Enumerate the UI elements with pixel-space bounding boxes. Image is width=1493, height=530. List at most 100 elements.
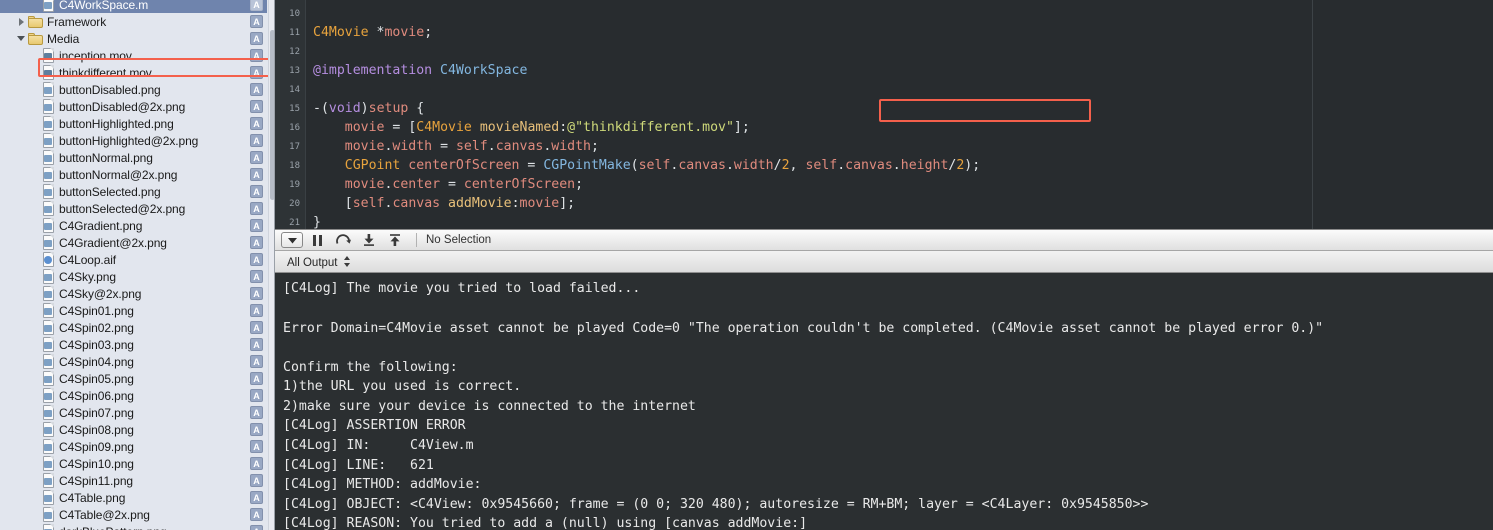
project-navigator[interactable]: C4WorkSpace.m A Framework A Media Ainception.… bbox=[0, 0, 275, 530]
code-line[interactable] bbox=[306, 4, 1493, 23]
source-control-status-badge: A bbox=[250, 304, 263, 317]
navigator-item-label: C4WorkSpace.m bbox=[59, 0, 149, 12]
source-control-status-badge: A bbox=[250, 508, 263, 521]
navigator-item[interactable]: C4Loop.aif A bbox=[0, 251, 267, 268]
navigator-item[interactable]: thinkdifferent.mov A bbox=[0, 64, 267, 81]
navigator-item-label: C4Spin08.png bbox=[59, 422, 134, 437]
step-over-button[interactable] bbox=[331, 232, 355, 248]
image-file-icon bbox=[42, 507, 55, 522]
source-control-status-badge: A bbox=[250, 83, 263, 96]
navigator-item[interactable]: buttonDisabled.png A bbox=[0, 81, 267, 98]
navigator-item[interactable]: C4Table.png A bbox=[0, 489, 267, 506]
code-text-area[interactable]: C4Movie *movie; @implementation C4WorkSp… bbox=[306, 0, 1493, 229]
code-line[interactable]: C4Movie *movie; bbox=[306, 23, 1493, 42]
page-guide-line bbox=[1312, 0, 1313, 230]
navigator-item[interactable]: buttonHighlighted@2x.png A bbox=[0, 132, 267, 149]
disclosure-triangle-icon[interactable] bbox=[16, 30, 28, 47]
disclosure-spacer bbox=[30, 81, 42, 98]
source-control-status-badge: A bbox=[250, 253, 263, 266]
navigator-item[interactable]: buttonHighlighted.png A bbox=[0, 115, 267, 132]
navigator-item[interactable]: C4WorkSpace.m A bbox=[0, 0, 267, 13]
disclosure-triangle-icon[interactable] bbox=[16, 13, 28, 30]
code-line[interactable] bbox=[306, 42, 1493, 61]
disclosure-spacer bbox=[30, 0, 42, 13]
code-line[interactable]: [self.canvas addMovie:movie]; bbox=[306, 194, 1493, 213]
source-editor[interactable]: 10111213141516171819202122 C4Movie *movi… bbox=[275, 0, 1493, 230]
code-line[interactable]: @implementation C4WorkSpace bbox=[306, 61, 1493, 80]
console-line: [C4Log] REASON: You tried to add a (null… bbox=[283, 516, 808, 530]
navigator-item[interactable]: C4Spin09.png A bbox=[0, 438, 267, 455]
navigator-item-label: inception.mov bbox=[59, 48, 132, 63]
console-filter-bar[interactable]: All Output bbox=[275, 251, 1493, 274]
navigator-item[interactable]: C4Gradient.png A bbox=[0, 217, 267, 234]
code-line[interactable]: -(void)setup { bbox=[306, 99, 1493, 118]
disclosure-spacer bbox=[30, 472, 42, 489]
navigator-item[interactable]: C4Spin01.png A bbox=[0, 302, 267, 319]
image-file-icon bbox=[42, 82, 55, 97]
disclosure-spacer bbox=[30, 234, 42, 251]
navigator-item[interactable]: C4Spin03.png A bbox=[0, 336, 267, 353]
image-file-icon bbox=[42, 524, 55, 530]
step-into-button[interactable] bbox=[357, 232, 381, 248]
console-line: [C4Log] ASSERTION ERROR bbox=[283, 418, 466, 434]
image-file-icon bbox=[42, 286, 55, 301]
navigator-item[interactable]: buttonSelected@2x.png A bbox=[0, 200, 267, 217]
navigator-item-label: darkBluePattern.png bbox=[59, 525, 244, 530]
stepper-icon[interactable] bbox=[343, 255, 352, 268]
debug-toolbar[interactable]: No Selection bbox=[275, 229, 1493, 252]
navigator-item[interactable]: C4Table@2x.png A bbox=[0, 506, 267, 523]
navigator-item[interactable]: C4Gradient@2x.png A bbox=[0, 234, 267, 251]
navigator-item-label: C4Spin01.png bbox=[59, 303, 134, 318]
code-line[interactable] bbox=[306, 80, 1493, 99]
disclosure-spacer bbox=[30, 438, 42, 455]
source-control-status-badge: A bbox=[250, 389, 263, 402]
code-line[interactable]: CGPoint centerOfScreen = CGPointMake(sel… bbox=[306, 156, 1493, 175]
navigator-item-label: buttonHighlighted@2x.png bbox=[59, 133, 199, 148]
step-out-button[interactable] bbox=[383, 232, 407, 248]
source-control-status-badge: A bbox=[250, 0, 263, 11]
code-line[interactable]: } bbox=[306, 213, 1493, 229]
navigator-item[interactable]: C4Spin07.png A bbox=[0, 404, 267, 421]
disclosure-spacer bbox=[30, 64, 42, 81]
navigator-item[interactable]: C4Spin04.png A bbox=[0, 353, 267, 370]
image-file-icon bbox=[42, 99, 55, 114]
navigator-item[interactable]: darkBluePattern.png A bbox=[0, 523, 267, 530]
disclosure-spacer bbox=[30, 302, 42, 319]
navigator-item[interactable]: C4Sky.png A bbox=[0, 268, 267, 285]
code-line[interactable]: movie = [C4Movie movieNamed:@"thinkdiffe… bbox=[306, 118, 1493, 137]
source-control-status-badge: A bbox=[250, 287, 263, 300]
arrow-down-to-bar-icon bbox=[364, 234, 374, 247]
navigator-item-label: C4Spin05.png bbox=[59, 371, 134, 386]
navigator-item-label: C4Gradient@2x.png bbox=[59, 235, 167, 250]
navigator-item[interactable]: C4Spin11.png A bbox=[0, 472, 267, 489]
hide-debug-area-button[interactable] bbox=[281, 232, 303, 249]
code-line[interactable]: movie.center = centerOfScreen; bbox=[306, 175, 1493, 194]
navigator-item[interactable]: buttonNormal@2x.png A bbox=[0, 166, 267, 183]
image-file-icon bbox=[42, 201, 55, 216]
navigator-item[interactable]: Framework A bbox=[0, 13, 267, 30]
source-control-status-badge: A bbox=[250, 32, 263, 45]
navigator-item[interactable]: buttonSelected.png A bbox=[0, 183, 267, 200]
console-output[interactable]: [C4Log] The movie you tried to load fail… bbox=[275, 273, 1493, 530]
image-file-icon bbox=[42, 439, 55, 454]
navigator-item[interactable]: buttonDisabled@2x.png A bbox=[0, 98, 267, 115]
pause-button[interactable] bbox=[305, 232, 329, 248]
disclosure-spacer bbox=[30, 506, 42, 523]
navigator-item-label: C4Spin09.png bbox=[59, 439, 134, 454]
navigator-item[interactable]: C4Spin08.png A bbox=[0, 421, 267, 438]
navigator-item[interactable]: buttonNormal.png A bbox=[0, 149, 267, 166]
all-output-popup[interactable]: All Output bbox=[287, 253, 352, 271]
navigator-item-label: buttonDisabled.png bbox=[59, 82, 161, 97]
navigator-item[interactable]: C4Spin06.png A bbox=[0, 387, 267, 404]
console-line: 2)make sure your device is connected to … bbox=[283, 398, 696, 414]
navigator-item[interactable]: C4Sky@2x.png A bbox=[0, 285, 267, 302]
navigator-item[interactable]: C4Spin02.png A bbox=[0, 319, 267, 336]
navigator-item[interactable]: C4Spin10.png A bbox=[0, 455, 267, 472]
navigator-item-label: buttonSelected@2x.png bbox=[59, 201, 186, 216]
code-line[interactable]: movie.width = self.canvas.width; bbox=[306, 137, 1493, 156]
navigator-item[interactable]: Media A bbox=[0, 30, 267, 47]
navigator-item[interactable]: C4Spin05.png A bbox=[0, 370, 267, 387]
navigator-item[interactable]: inception.mov A bbox=[0, 47, 267, 64]
editor-and-debug-pane: 10111213141516171819202122 C4Movie *movi… bbox=[275, 0, 1493, 530]
image-file-icon bbox=[42, 320, 55, 335]
